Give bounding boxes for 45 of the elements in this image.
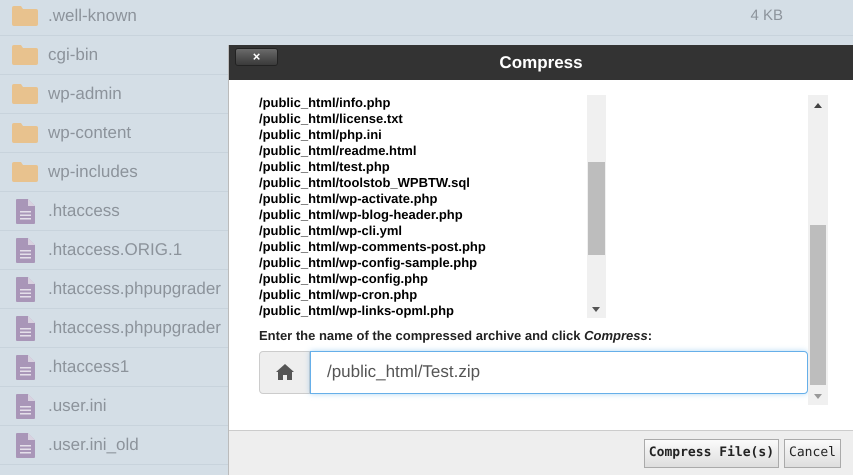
selected-file-path: /public_html/wp-cron.php xyxy=(259,287,418,303)
file-icon xyxy=(16,394,34,418)
selected-file-path: /public_html/wp-config-sample.php xyxy=(259,255,478,271)
folder-icon xyxy=(12,84,38,104)
file-icon xyxy=(16,354,34,380)
selected-file-path: /public_html/wp-activate.php xyxy=(259,191,438,207)
cancel-button[interactable]: Cancel xyxy=(784,438,841,468)
file-name[interactable]: wp-includes xyxy=(48,159,138,185)
file-icon xyxy=(16,432,34,458)
file-name[interactable]: .htaccess1 xyxy=(48,354,130,380)
file-name[interactable]: .htaccess.ORIG.1 xyxy=(48,237,182,263)
file-name[interactable]: cgi-bin xyxy=(48,42,98,68)
file-size: 4 KB xyxy=(750,6,783,26)
file-name[interactable]: .htaccess.phpupgrader xyxy=(48,276,221,302)
selected-file-path: /public_html/info.php xyxy=(259,95,392,111)
selected-file-path: /public_html/license.txt xyxy=(259,111,404,127)
close-button[interactable]: × xyxy=(235,48,278,66)
file-name[interactable]: wp-content xyxy=(48,120,132,146)
file-name[interactable]: .user.ini xyxy=(48,393,107,419)
file-name[interactable]: .htaccess xyxy=(48,198,120,224)
file-icon xyxy=(16,276,34,302)
file-name[interactable]: .well-known xyxy=(48,3,137,29)
folder-icon xyxy=(12,6,38,26)
selected-file-path: /public_html/wp-comments-post.php xyxy=(259,239,487,255)
dialog-title: Compress xyxy=(499,52,583,74)
selected-file-path: /public_html/php.ini xyxy=(259,127,383,143)
file-icon xyxy=(16,198,34,224)
file-icon xyxy=(16,238,34,262)
selected-file-path: /public_html/wp-links-opml.php xyxy=(259,303,455,318)
file-name[interactable]: wp-admin xyxy=(48,81,122,107)
selected-file-path: /public_html/toolstob_WPBTW.sql xyxy=(259,175,471,191)
file-icon xyxy=(16,316,34,340)
folder-icon xyxy=(12,45,38,65)
home-icon xyxy=(276,364,294,380)
selected-file-path: /public_html/test.php xyxy=(259,159,391,175)
selected-file-path: /public_html/wp-cli.yml xyxy=(259,223,404,239)
folder-icon xyxy=(12,123,38,143)
selected-file-path: /public_html/wp-blog-header.php xyxy=(259,207,464,223)
file-name[interactable]: .htaccess.phpupgrader xyxy=(48,315,221,341)
file-name[interactable]: .user.ini_old xyxy=(48,432,139,458)
compress-button[interactable]: Compress File(s) xyxy=(644,438,780,468)
selected-file-path: /public_html/readme.html xyxy=(259,143,418,159)
archive-prompt: Enter the name of the compressed archive and click Compress: xyxy=(259,327,654,345)
selected-file-path: /public_html/wp-config.php xyxy=(259,271,429,287)
folder-icon xyxy=(12,162,38,182)
